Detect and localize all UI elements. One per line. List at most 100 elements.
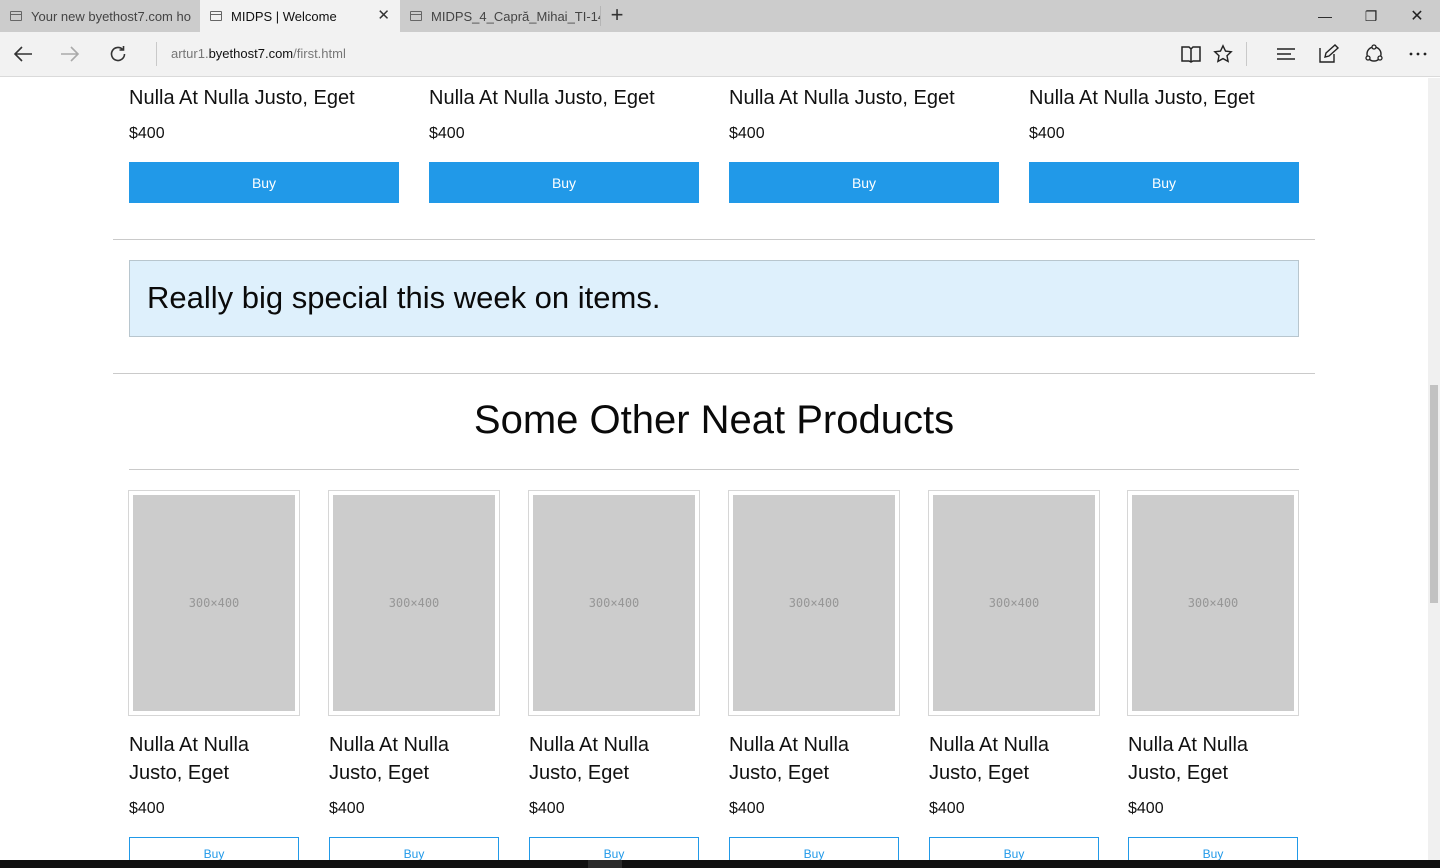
os-taskbar (0, 860, 1440, 868)
url-field[interactable]: artur1.byethost7.com/first.html (171, 46, 346, 61)
buy-button[interactable]: Buy (529, 837, 699, 860)
tab-title: Your new byethost7.com ho (31, 8, 191, 24)
product-name: Nulla At Nulla Justo, Eget (729, 87, 955, 109)
product-name-line: Nulla At Nulla (729, 734, 850, 756)
title-underline (129, 469, 1299, 470)
refresh-icon (110, 46, 126, 62)
product-image[interactable]: 300×400 (1127, 490, 1299, 716)
taskbar-active-app[interactable] (588, 860, 622, 868)
tab-title: MIDPS_4_Capră_Mihai_TI-14 (431, 8, 600, 24)
buy-button[interactable]: Buy (129, 162, 399, 203)
url-path: /first.html (293, 46, 346, 61)
product-price: $400 (129, 125, 165, 142)
product-price: $400 (129, 800, 165, 817)
product-name-line: Nulla At Nulla (529, 734, 650, 756)
forward-button[interactable] (54, 38, 86, 70)
page-icon (410, 11, 422, 21)
back-arrow-icon (13, 46, 32, 62)
tab-bar: Your new byethost7.com ho MIDPS | Welcom… (0, 0, 1440, 32)
section-title: Some Other Neat Products (473, 398, 955, 442)
product-name-line: Justo, Eget (729, 762, 830, 784)
tab-midps-welcome[interactable]: MIDPS | Welcome ✕ (200, 0, 400, 32)
buy-button[interactable]: Buy (729, 162, 999, 203)
buy-button[interactable]: Buy (929, 837, 1099, 860)
new-tab-button[interactable]: + (606, 4, 628, 28)
address-toolbar: artur1.byethost7.com/first.html (0, 32, 1440, 77)
buy-button[interactable]: Buy (729, 837, 899, 860)
section-divider (113, 239, 1315, 240)
product-image[interactable]: 300×400 (528, 490, 700, 716)
product-name-line: Justo, Eget (329, 762, 430, 784)
product-price: $400 (329, 800, 365, 817)
special-callout: Really big special this week on items. (129, 260, 1299, 337)
image-placeholder: 300×400 (1132, 495, 1294, 711)
hub-button[interactable] (1271, 40, 1301, 68)
web-note-button[interactable] (1314, 40, 1344, 68)
favorite-star-icon (1213, 44, 1233, 63)
product-image[interactable]: 300×400 (728, 490, 900, 716)
web-note-icon (1319, 44, 1340, 63)
product-price: $400 (729, 125, 765, 142)
url-host: byethost7.com (208, 46, 294, 61)
buy-button[interactable]: Buy (329, 837, 499, 860)
product-price: $400 (529, 800, 565, 817)
share-icon (1365, 44, 1383, 62)
url-prefix: artur1. (171, 46, 209, 61)
share-button[interactable] (1359, 40, 1389, 68)
product-name-line: Justo, Eget (1128, 762, 1229, 784)
product-name-line: Nulla At Nulla (329, 734, 450, 756)
buy-button[interactable]: Buy (1128, 837, 1298, 860)
image-placeholder: 300×400 (733, 495, 895, 711)
product-image[interactable]: 300×400 (328, 490, 500, 716)
page-viewport: Nulla At Nulla Justo, Eget $400 Buy Null… (0, 78, 1428, 860)
product-name: Nulla At Nulla Justo, Eget (1029, 87, 1255, 109)
callout-text: Really big special this week on items. (147, 280, 661, 315)
product-name-line: Justo, Eget (929, 762, 1030, 784)
product-name-line: Nulla At Nulla (129, 734, 250, 756)
product-name: Nulla At Nulla Justo, Eget (129, 87, 355, 109)
image-placeholder: 300×400 (333, 495, 495, 711)
product-name: Nulla At Nulla Justo, Eget (429, 87, 655, 109)
back-button[interactable] (7, 38, 39, 70)
forward-arrow-icon (61, 46, 80, 62)
restore-button[interactable]: ❐ (1348, 0, 1394, 32)
tab-title: MIDPS | Welcome (231, 8, 337, 24)
image-placeholder: 300×400 (933, 495, 1095, 711)
product-price: $400 (1029, 125, 1065, 142)
page-scrollbar[interactable] (1428, 78, 1440, 860)
page-icon (10, 11, 22, 21)
image-placeholder: 300×400 (533, 495, 695, 711)
buy-button[interactable]: Buy (1029, 162, 1299, 203)
scrollbar-thumb[interactable] (1430, 385, 1438, 603)
minimize-button[interactable]: — (1302, 0, 1348, 32)
more-button[interactable] (1403, 40, 1433, 68)
close-tab-icon[interactable]: ✕ (377, 7, 390, 25)
address-divider (156, 42, 157, 66)
tab-divider (600, 6, 601, 26)
product-image[interactable]: 300×400 (128, 490, 300, 716)
product-name-line: Nulla At Nulla (1128, 734, 1249, 756)
more-icon (1409, 52, 1427, 56)
product-image[interactable]: 300×400 (928, 490, 1100, 716)
product-price: $400 (929, 800, 965, 817)
close-window-button[interactable]: ✕ (1394, 0, 1440, 32)
product-price: $400 (729, 800, 765, 817)
toolbar-divider (1246, 42, 1247, 66)
reading-view-icon (1181, 46, 1201, 63)
product-price: $400 (1128, 800, 1164, 817)
section-divider (113, 373, 1315, 374)
product-price: $400 (429, 125, 465, 142)
reading-view-button[interactable] (1176, 40, 1206, 68)
tab-midps-4[interactable]: MIDPS_4_Capră_Mihai_TI-14 (400, 0, 600, 32)
favorite-button[interactable] (1208, 40, 1238, 68)
refresh-button[interactable] (102, 38, 134, 70)
tab-byethost[interactable]: Your new byethost7.com ho (0, 0, 200, 32)
product-name-line: Nulla At Nulla (929, 734, 1050, 756)
product-name-line: Justo, Eget (129, 762, 230, 784)
buy-button[interactable]: Buy (129, 837, 299, 860)
buy-button[interactable]: Buy (429, 162, 699, 203)
image-placeholder: 300×400 (133, 495, 295, 711)
page-icon (210, 11, 222, 21)
hub-icon (1277, 48, 1295, 60)
product-name-line: Justo, Eget (529, 762, 630, 784)
